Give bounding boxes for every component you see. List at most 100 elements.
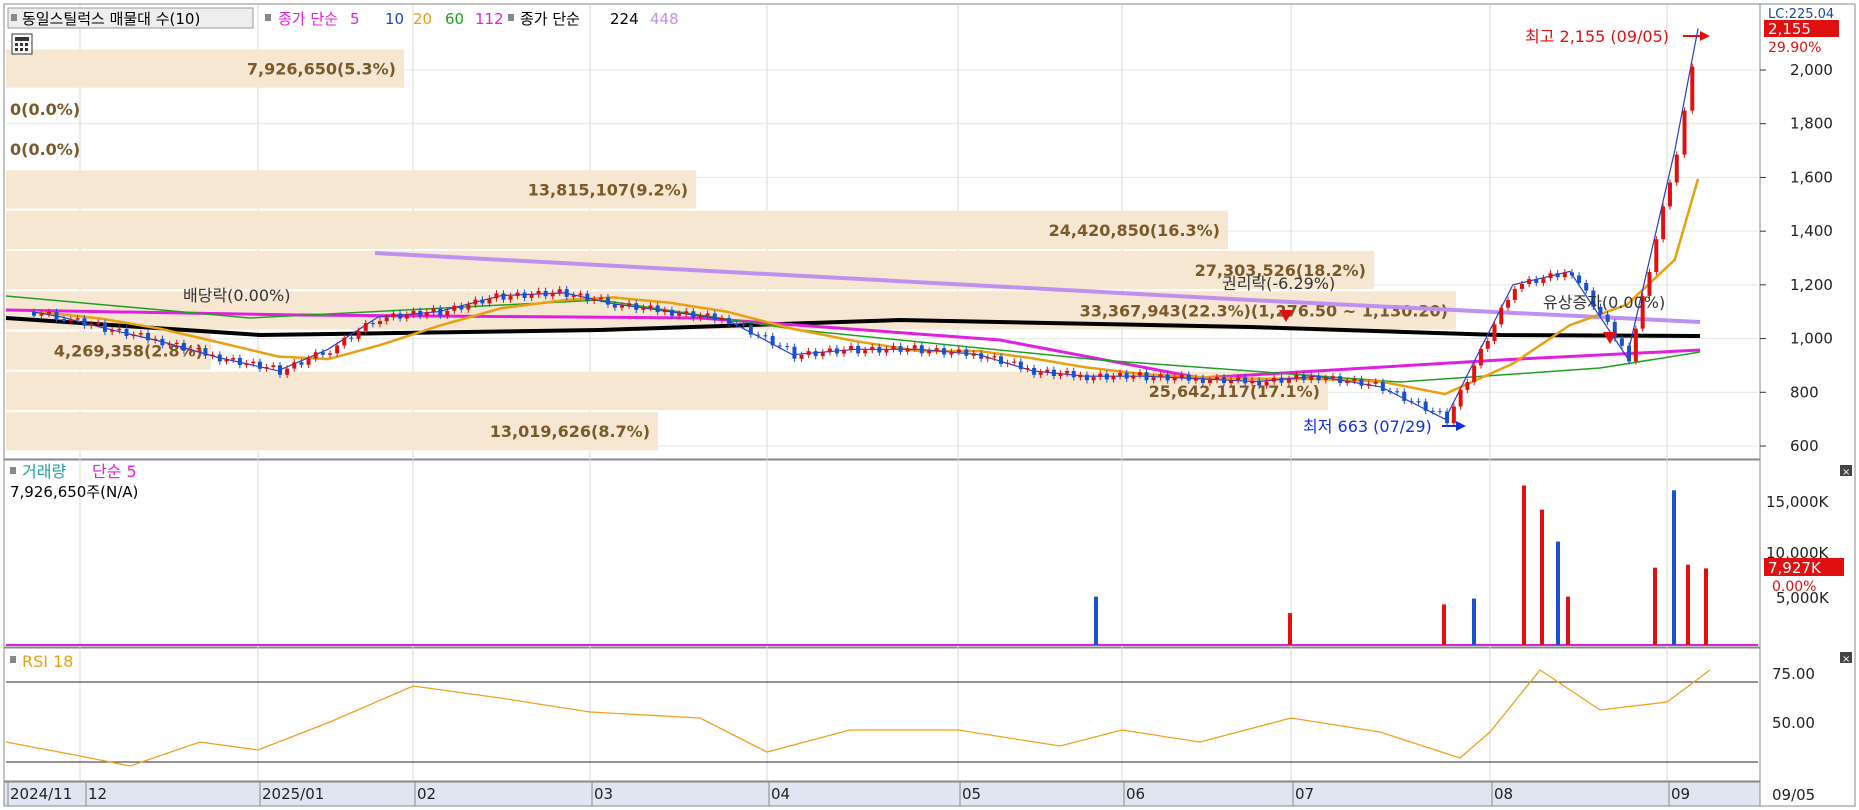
candle-body bbox=[884, 349, 889, 353]
candle-body bbox=[1236, 377, 1241, 381]
profile-bar bbox=[6, 371, 1328, 411]
candle-body bbox=[217, 354, 222, 362]
candle-body bbox=[1409, 400, 1414, 402]
volume-bar bbox=[1556, 541, 1560, 645]
square-icon bbox=[10, 656, 16, 663]
candle-body bbox=[138, 332, 143, 335]
candle-body bbox=[1151, 377, 1156, 381]
profile-label: 4,269,358(2.8%) bbox=[54, 342, 203, 361]
candle-body bbox=[146, 332, 151, 341]
candle-body bbox=[39, 313, 44, 316]
candle-body bbox=[251, 361, 256, 364]
candle-body bbox=[856, 345, 861, 354]
volume-bar bbox=[1540, 509, 1544, 645]
candle-body bbox=[827, 348, 832, 353]
candle-body bbox=[257, 361, 262, 369]
candle-body bbox=[110, 330, 115, 332]
candle-body bbox=[863, 350, 868, 354]
candle-body bbox=[1661, 206, 1666, 240]
candle-body bbox=[785, 346, 790, 348]
candle-body bbox=[196, 348, 201, 350]
candle-body bbox=[1451, 406, 1456, 424]
candle-body bbox=[47, 311, 51, 314]
candle-body bbox=[515, 292, 520, 297]
x-axis-label: 07 bbox=[1295, 785, 1314, 803]
candle-body bbox=[1485, 340, 1490, 349]
candle-body bbox=[32, 311, 36, 316]
candle-body bbox=[1352, 378, 1357, 381]
price-tick-label: 600 bbox=[1790, 437, 1819, 455]
candle-body bbox=[841, 349, 846, 354]
candle-body bbox=[62, 318, 66, 322]
candle-body bbox=[278, 365, 282, 375]
candle-body bbox=[1301, 374, 1306, 380]
price-tick-label: 1,000 bbox=[1790, 330, 1833, 348]
x-axis-label: 03 bbox=[594, 785, 613, 803]
candle-body bbox=[777, 345, 782, 347]
candle-body bbox=[985, 357, 990, 359]
candle-body bbox=[89, 324, 94, 326]
price-tick-label: 1,600 bbox=[1790, 168, 1833, 186]
candle-body bbox=[271, 365, 276, 368]
candle-body bbox=[292, 362, 297, 369]
candle-body bbox=[550, 292, 555, 297]
candle-body bbox=[1548, 273, 1553, 279]
volume-panel[interactable] bbox=[3, 459, 1761, 648]
x-axis-label: 2024/11 bbox=[10, 785, 72, 803]
candle-body bbox=[320, 352, 325, 355]
candle-body bbox=[669, 309, 674, 316]
current-price: 2,155 bbox=[1768, 20, 1811, 38]
legend-ma-60: 60 bbox=[445, 10, 464, 28]
candle-body bbox=[1627, 345, 1632, 362]
volume-bar bbox=[1094, 596, 1098, 645]
candle-body bbox=[391, 313, 396, 318]
candle-body bbox=[719, 317, 724, 321]
candle-body bbox=[1250, 380, 1255, 384]
calculator-icon[interactable] bbox=[11, 33, 33, 55]
candle-body bbox=[124, 328, 129, 337]
rsi-panel[interactable] bbox=[3, 647, 1761, 782]
candle-body bbox=[1465, 382, 1470, 390]
price-tick-label: 1,200 bbox=[1790, 276, 1833, 294]
candle-body bbox=[1186, 374, 1191, 381]
volume-ma-label: 단순 5 bbox=[92, 462, 137, 481]
candle-body bbox=[748, 325, 753, 335]
candle-body bbox=[224, 359, 229, 362]
x-axis-label: 2025/01 bbox=[262, 785, 324, 803]
candle-body bbox=[384, 317, 389, 322]
candle-body bbox=[1221, 377, 1226, 384]
candle-body bbox=[1366, 383, 1371, 386]
candle-body bbox=[529, 294, 534, 298]
high-annotation: 최고 2,155 (09/05) bbox=[1525, 27, 1669, 46]
candle-body bbox=[82, 318, 87, 326]
candle-body bbox=[1512, 288, 1517, 300]
candle-body bbox=[203, 348, 208, 356]
candle-body bbox=[1416, 401, 1421, 403]
candle-body bbox=[1519, 283, 1524, 289]
candle-body bbox=[634, 303, 639, 310]
candle-body bbox=[1065, 370, 1070, 374]
candle-body bbox=[592, 299, 597, 301]
candle-body bbox=[1207, 379, 1212, 383]
candle-body bbox=[370, 323, 375, 325]
x-axis-label: 04 bbox=[771, 785, 790, 803]
rsi-tick-50: 50.00 bbox=[1772, 714, 1815, 732]
candle-body bbox=[1402, 391, 1407, 401]
candle-body bbox=[1345, 380, 1350, 383]
legend-ma-224: 224 bbox=[610, 10, 639, 28]
profile-label: 0(0.0%) bbox=[10, 140, 80, 159]
volume-bar bbox=[1704, 568, 1708, 645]
candle-body bbox=[1555, 273, 1560, 278]
candle-body bbox=[1330, 376, 1335, 379]
candle-body bbox=[181, 342, 186, 351]
candle-body bbox=[712, 313, 717, 321]
candle-body bbox=[1323, 378, 1328, 381]
x-axis-date-box: 09/05 bbox=[1772, 786, 1815, 804]
candle-body bbox=[167, 344, 172, 346]
candle-body bbox=[1294, 374, 1299, 379]
candle-body bbox=[1395, 391, 1400, 393]
legend-ma2-label: 종가 단순 bbox=[520, 10, 580, 28]
candle-body bbox=[244, 363, 249, 366]
candle-body bbox=[1373, 381, 1378, 384]
candle-body bbox=[1667, 182, 1672, 207]
